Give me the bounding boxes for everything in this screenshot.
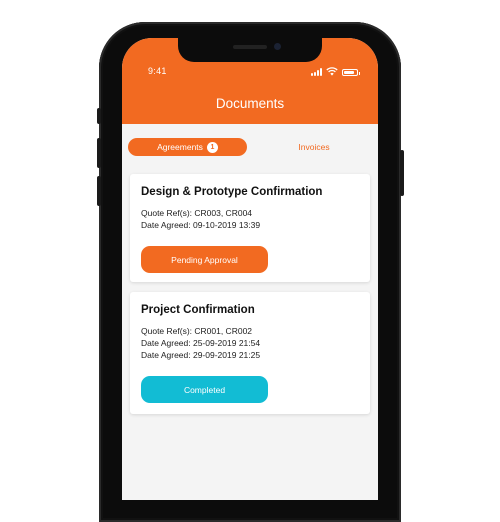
- power-button: [400, 150, 404, 196]
- signal-icon: [311, 68, 322, 76]
- completed-button[interactable]: Completed: [141, 376, 268, 403]
- tab-agreements[interactable]: Agreements 1: [128, 138, 247, 156]
- volume-up-button: [97, 138, 101, 168]
- segmented-tabs: Agreements 1 Invoices: [122, 138, 378, 156]
- mute-switch: [97, 108, 101, 124]
- wifi-icon: [326, 67, 338, 76]
- front-camera: [274, 43, 281, 50]
- date-agreed: Date Agreed: 09-10-2019 13:39: [141, 220, 261, 230]
- documents-content[interactable]: Agreements 1 Invoices Design & Prototype…: [122, 124, 378, 500]
- quote-refs: Quote Ref(s): CR003, CR004: [141, 208, 253, 218]
- date-agreed: Date Agreed: 29-09-2019 21:25: [141, 350, 261, 360]
- app-header: 9:41 Documents: [122, 38, 378, 124]
- agreements-count-badge: 1: [206, 141, 218, 153]
- volume-down-button: [97, 176, 101, 206]
- battery-level: [344, 71, 354, 74]
- agreement-card[interactable]: Design & Prototype Confirmation Quote Re…: [130, 174, 370, 282]
- agreement-title: Project Confirmation: [141, 304, 255, 316]
- status-time: 9:41: [148, 66, 167, 76]
- speaker-grille: [233, 45, 267, 49]
- tab-agreements-label: Agreements: [157, 142, 203, 152]
- phone-screen: 9:41 Documents Agreements 1 Invoices Des…: [122, 38, 378, 500]
- notch: [178, 38, 322, 62]
- pending-approval-button[interactable]: Pending Approval: [141, 246, 268, 273]
- page-title: Documents: [215, 96, 285, 111]
- quote-refs: Quote Ref(s): CR001, CR002: [141, 326, 253, 336]
- battery-icon: [342, 69, 360, 76]
- date-agreed: Date Agreed: 25-09-2019 21:54: [141, 338, 261, 348]
- agreement-title: Design & Prototype Confirmation: [141, 186, 323, 198]
- tab-invoices[interactable]: Invoices: [284, 138, 344, 156]
- agreement-card[interactable]: Project Confirmation Quote Ref(s): CR001…: [130, 292, 370, 414]
- status-icons: [311, 67, 360, 76]
